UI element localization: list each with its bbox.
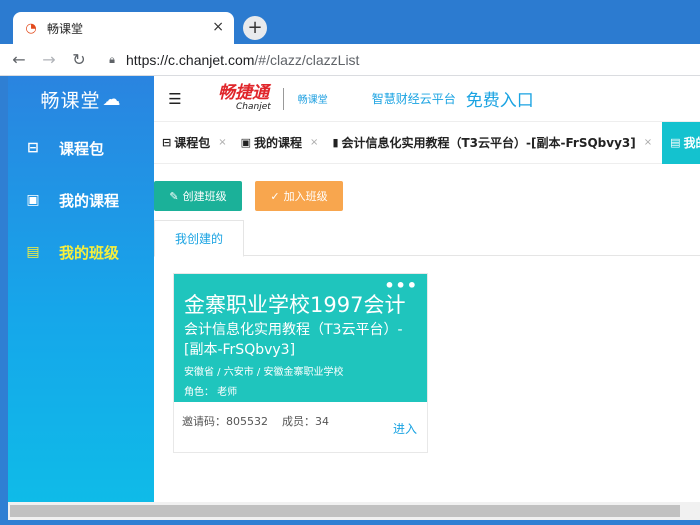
- tab-close-icon[interactable]: ×: [644, 137, 652, 148]
- invite-code: 邀请码：805532: [182, 415, 268, 428]
- sidebar-item-my-courses[interactable]: ▣ 我的课程: [8, 174, 154, 226]
- forward-arrow-icon[interactable]: →: [38, 49, 60, 71]
- sidebar-item-label: 我的班级: [59, 243, 120, 262]
- tab-label: 我的课程: [254, 136, 303, 150]
- class-subtabs: 我创建的: [154, 220, 700, 257]
- chanketang-mini-logo: 畅课堂: [297, 95, 328, 106]
- browser-tab[interactable]: ◔ 畅课堂 ×: [13, 12, 234, 44]
- sidebar-item-course-package[interactable]: ⊟ 课程包: [8, 122, 154, 174]
- sidebar: 畅课堂 ☁︎ ⊟ 课程包 ▣ 我的课程 ▤ 我的班级: [8, 76, 154, 502]
- class-icon: ▤: [670, 136, 681, 149]
- create-class-label: 创建班级: [182, 190, 227, 203]
- tab-created-by-me[interactable]: 我创建的: [154, 220, 244, 257]
- tab-my-classes[interactable]: ▤ 我的: [662, 121, 700, 164]
- tab-label: 会计信息化实用教程（T3云平台）-[副本-FrSQbvy3]: [341, 136, 636, 150]
- reload-icon[interactable]: ↻: [68, 49, 90, 71]
- course-icon: ▣: [240, 136, 252, 149]
- cloud-logo-icon: ☁︎: [102, 88, 122, 110]
- url-host: https://c.chanjet.com: [126, 51, 255, 68]
- address-bar: ← → ↻ 🔒︎ https://c.chanjet.com/#/clazz/c…: [0, 44, 700, 76]
- app-viewport: 畅课堂 ☁︎ ⊟ 课程包 ▣ 我的课程 ▤ 我的班级 ☰ 畅捷通 Chanjet…: [8, 76, 700, 502]
- member-count: 成员：34: [282, 415, 329, 428]
- menu-toggle-icon[interactable]: ☰: [166, 90, 184, 108]
- tab-label: 我的: [683, 136, 700, 150]
- class-card-footer: 邀请码：805532 成员：34 进入: [174, 402, 427, 452]
- chanjet-logo[interactable]: 畅捷通 Chanjet: [218, 85, 271, 112]
- chanketang-favicon-icon: ◔: [25, 20, 37, 36]
- sidebar-item-label: 课程包: [59, 139, 105, 158]
- page-tabs: ⊟ 课程包 × ▣ 我的课程 × ▮ 会计信息化实用教程（T3云平台）-[副本-…: [154, 121, 700, 164]
- book-icon: ▮: [332, 136, 339, 149]
- url-path: /#/clazz/clazzList: [254, 51, 360, 68]
- package-icon: ⊟: [162, 136, 172, 149]
- check-icon: ✓: [270, 189, 280, 203]
- class-card[interactable]: ••• 金寨职业学校1997会计 会计信息化实用教程（T3云平台）-[副本-Fr…: [173, 273, 428, 453]
- join-class-button[interactable]: ✓ 加入班级: [255, 181, 343, 211]
- package-icon: ⊟: [27, 140, 39, 156]
- class-role: 角色： 老师: [184, 387, 238, 398]
- platform-slogan: 智慧财经云平台: [371, 92, 456, 106]
- horizontal-scrollbar[interactable]: [8, 502, 700, 520]
- enter-class-link[interactable]: 进入: [393, 420, 417, 437]
- join-class-label: 加入班级: [283, 190, 328, 203]
- lock-icon[interactable]: 🔒︎: [106, 53, 118, 66]
- chanjet-logo-text: 畅捷通: [218, 83, 269, 103]
- pencil-icon: ✎: [169, 189, 179, 203]
- browser-titlebar: ◔ 畅课堂 × +: [0, 0, 700, 44]
- course-icon: ▣: [26, 192, 40, 208]
- tab-course-package[interactable]: ⊟ 课程包 ×: [162, 134, 233, 151]
- browser-tab-title: 畅课堂: [47, 21, 84, 36]
- brand-divider: [282, 87, 284, 110]
- tab-label: 课程包: [174, 136, 211, 150]
- class-name: 金寨职业学校1997会计: [184, 293, 406, 317]
- class-region: 安徽省 / 六安市 / 安徽金寨职业学校: [184, 367, 344, 378]
- sidebar-item-label: 我的课程: [59, 191, 120, 210]
- scrollbar-thumb[interactable]: [10, 505, 680, 517]
- class-icon: ▤: [26, 244, 40, 260]
- back-arrow-icon[interactable]: ←: [8, 49, 30, 71]
- app-logo-text: 畅课堂: [40, 89, 101, 112]
- class-course: 会计信息化实用教程（T3云平台）-[副本-FrSQbvy3]: [184, 322, 403, 358]
- top-header: ☰ 畅捷通 Chanjet 畅课堂 智慧财经云平台 免费入口: [154, 76, 700, 122]
- create-class-button[interactable]: ✎ 创建班级: [154, 181, 242, 211]
- more-options-icon[interactable]: •••: [384, 276, 418, 295]
- tab-close-icon[interactable]: ×: [310, 137, 318, 148]
- chanjet-logo-sub: Chanjet: [236, 102, 271, 112]
- tab-close-icon[interactable]: ×: [218, 137, 226, 148]
- sidebar-item-my-classes[interactable]: ▤ 我的班级: [8, 226, 154, 278]
- url-field[interactable]: https://c.chanjet.com/#/clazz/clazzList: [126, 52, 359, 68]
- class-card-header: ••• 金寨职业学校1997会计 会计信息化实用教程（T3云平台）-[副本-Fr…: [174, 274, 427, 402]
- tab-my-courses[interactable]: ▣ 我的课程 ×: [241, 134, 325, 151]
- tab-course-detail[interactable]: ▮ 会计信息化实用教程（T3云平台）-[副本-FrSQbvy3] ×: [332, 134, 658, 151]
- new-tab-button[interactable]: +: [243, 16, 267, 40]
- free-entry-link[interactable]: 免费入口: [466, 86, 534, 111]
- tab-close-icon[interactable]: ×: [212, 19, 224, 35]
- main-area: ☰ 畅捷通 Chanjet 畅课堂 智慧财经云平台 免费入口 ⊟ 课程包 × ▣…: [154, 76, 700, 502]
- app-logo[interactable]: 畅课堂 ☁︎: [8, 76, 154, 122]
